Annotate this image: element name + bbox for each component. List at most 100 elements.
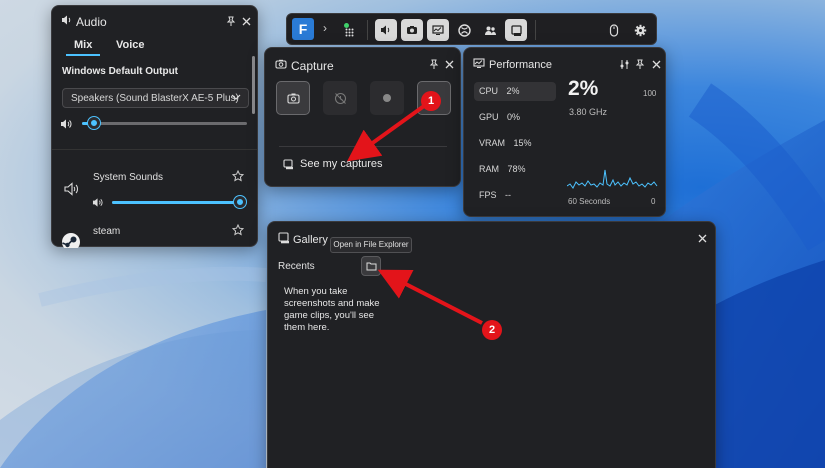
record-icon	[383, 94, 391, 102]
gallery-empty-text: When you take screenshots and make game …	[284, 286, 380, 333]
metric-value: 0%	[507, 112, 521, 122]
metric-value: --	[505, 190, 512, 200]
cpu-big-value: 2%	[568, 77, 599, 100]
gallery-widget-button[interactable]	[505, 19, 527, 41]
see-captures-link[interactable]: See my captures	[283, 158, 383, 170]
divider	[535, 20, 536, 40]
record-history-icon	[334, 92, 346, 104]
system-sounds-icon	[64, 182, 80, 196]
options-sliders-icon[interactable]	[616, 56, 632, 72]
app-name-steam: steam	[93, 226, 121, 237]
chevron-right-icon[interactable]: ›	[323, 21, 327, 35]
xbox-widget-button[interactable]	[453, 19, 475, 41]
metric-gpu[interactable]: GPU 0%	[474, 108, 525, 126]
social-icon	[484, 26, 496, 35]
social-widget-button[interactable]	[479, 19, 501, 41]
divider	[52, 149, 257, 150]
system-sounds-volume-fill	[112, 201, 241, 204]
mouse-button[interactable]	[603, 19, 625, 41]
app-volume-icon	[92, 197, 104, 208]
capture-panel: Capture See my captures	[264, 47, 461, 187]
favorite-star-icon[interactable]	[232, 170, 244, 182]
tooltip-open-file-explorer: Open in File Explorer	[330, 237, 412, 253]
scrollbar[interactable]	[252, 56, 255, 114]
metric-label: VRAM	[479, 138, 506, 148]
gallery-icon	[283, 158, 294, 170]
tab-voice[interactable]: Voice	[116, 39, 145, 51]
metric-value: 78%	[507, 164, 526, 174]
performance-widget-button[interactable]	[427, 19, 449, 41]
metric-label: RAM	[479, 164, 499, 174]
cpu-usage-graph	[567, 169, 658, 189]
folder-icon	[366, 262, 376, 271]
annotation-marker-1: 1	[421, 91, 441, 111]
metric-value: 2%	[506, 86, 520, 96]
start-recording-button[interactable]	[370, 81, 404, 115]
system-sounds-volume-slider[interactable]	[112, 196, 247, 208]
volume-icon	[61, 14, 75, 28]
gallery-icon	[510, 24, 522, 36]
system-sounds-volume-thumb[interactable]	[234, 196, 247, 208]
audio-widget-button[interactable]	[375, 19, 397, 41]
camera-icon	[275, 58, 289, 72]
widget-menu-icon[interactable]	[345, 28, 354, 37]
volume-icon	[381, 25, 390, 35]
gallery-icon	[278, 232, 292, 246]
performance-panel: Performance CPU 2% GPU 0% VRAM 15% RAM 7…	[463, 47, 666, 217]
annotation-marker-2: 2	[482, 320, 502, 340]
metric-fps[interactable]: FPS --	[474, 186, 516, 204]
favorite-star-icon[interactable]	[232, 224, 244, 236]
metric-label: FPS	[479, 190, 497, 200]
master-volume-slider[interactable]	[82, 117, 247, 129]
output-label: Windows Default Output	[62, 66, 179, 77]
metric-value: 15%	[513, 138, 532, 148]
metric-vram[interactable]: VRAM 15%	[474, 134, 537, 152]
camera-icon	[407, 26, 417, 34]
close-icon[interactable]	[441, 56, 457, 72]
output-device-select[interactable]: Speakers (Sound BlasterX AE-5 Plus)	[62, 88, 249, 108]
graph-scale-min: 0	[651, 197, 656, 206]
record-last-30s-button[interactable]	[323, 81, 357, 115]
settings-button[interactable]	[629, 19, 651, 41]
capture-title: Capture	[291, 59, 334, 73]
close-icon[interactable]	[238, 13, 254, 29]
gallery-title: Gallery	[293, 234, 328, 246]
metric-cpu[interactable]: CPU 2%	[474, 82, 556, 101]
metric-ram[interactable]: RAM 78%	[474, 160, 531, 178]
graph-scale-max: 100	[643, 89, 657, 98]
performance-icon	[432, 25, 444, 35]
divider	[279, 146, 447, 147]
metric-label: CPU	[479, 86, 499, 96]
see-captures-label: See my captures	[300, 158, 383, 170]
divider	[367, 20, 368, 40]
performance-title: Performance	[489, 59, 552, 71]
app-name-system-sounds: System Sounds	[93, 172, 164, 183]
game-thumbnail[interactable]: F	[292, 18, 314, 40]
xbox-icon	[457, 23, 471, 37]
metric-label: GPU	[479, 112, 499, 122]
game-bar-toolbar: F ›	[286, 13, 657, 45]
capture-widget-button[interactable]	[401, 19, 423, 41]
audio-title: Audio	[76, 15, 107, 29]
close-icon[interactable]	[648, 56, 664, 72]
output-device-value: Speakers (Sound BlasterX AE-5 Plus)	[71, 93, 239, 104]
tab-underline	[66, 54, 100, 56]
recents-label: Recents	[278, 261, 315, 272]
graph-time-span: 60 Seconds	[568, 197, 611, 206]
pin-icon[interactable]	[426, 56, 442, 72]
pin-icon[interactable]	[632, 56, 648, 72]
camera-icon	[286, 93, 300, 104]
open-file-explorer-button[interactable]	[361, 256, 381, 276]
pin-icon[interactable]	[223, 13, 239, 29]
performance-icon	[473, 57, 487, 71]
master-volume-thumb[interactable]	[87, 117, 100, 129]
mouse-icon	[609, 23, 619, 37]
screenshot-button[interactable]	[276, 81, 310, 115]
tab-mix[interactable]: Mix	[74, 39, 92, 51]
close-icon[interactable]	[694, 230, 710, 246]
chevron-down-icon	[231, 92, 241, 102]
master-volume-icon	[60, 118, 73, 130]
cpu-frequency: 3.80 GHz	[569, 107, 608, 117]
steam-icon	[61, 232, 81, 248]
settings-icon	[634, 24, 646, 36]
